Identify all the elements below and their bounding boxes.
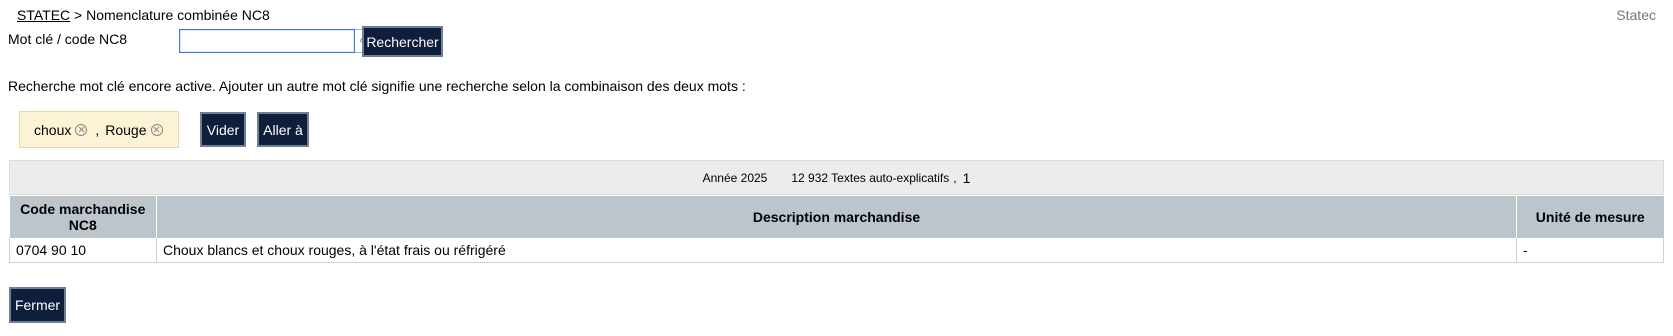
keyword-notice: Recherche mot clé encore active. Ajouter… (8, 78, 746, 94)
remove-circle-icon[interactable] (75, 123, 88, 136)
cell-unit: - (1516, 238, 1664, 263)
keyword-tag-label: choux (34, 121, 72, 138)
breadcrumb-current: Nomenclature combinée NC8 (86, 7, 270, 23)
results-info-bar: Année 2025 12 932 Textes auto-explicatif… (9, 160, 1664, 195)
keyword-separator: , (95, 121, 100, 138)
cell-code: 0704 90 10 (9, 238, 157, 263)
breadcrumb-link-statec[interactable]: STATEC (17, 7, 70, 23)
results-table: Code marchandise NC8 Description marchan… (9, 196, 1664, 263)
brand-label: Statec (1616, 7, 1656, 23)
page-link[interactable]: 1 (963, 170, 971, 186)
breadcrumb-separator: > (74, 7, 83, 23)
column-header-code: Code marchandise NC8 (9, 196, 157, 238)
column-header-unit: Unité de mesure (1516, 196, 1664, 238)
search-button[interactable]: Rechercher (362, 26, 443, 57)
year-label: Année 2025 (702, 170, 768, 185)
keyword-tag-label: Rouge (105, 121, 147, 138)
keyword-tag: Rouge (105, 121, 163, 138)
info-separator: , (953, 170, 957, 185)
keyword-tags: choux , Rouge (19, 111, 179, 148)
breadcrumb: STATEC > Nomenclature combinée NC8 (17, 7, 270, 23)
keyword-tag: choux (34, 121, 88, 138)
cell-description: Choux blancs et choux rouges, à l'état f… (156, 238, 1517, 263)
close-button[interactable]: Fermer (9, 287, 66, 323)
search-input[interactable] (179, 29, 355, 53)
search-label: Mot clé / code NC8 (8, 31, 128, 47)
table-row[interactable]: 0704 90 10 Choux blancs et choux rouges,… (9, 238, 1664, 263)
search-field-group: ⏎ (179, 29, 374, 53)
clear-button[interactable]: Vider (200, 112, 246, 147)
texts-count: 12 932 Textes auto-explicatifs (791, 170, 950, 185)
goto-button[interactable]: Aller à (257, 112, 309, 147)
column-header-description: Description marchandise (156, 196, 1517, 238)
remove-circle-icon[interactable] (150, 123, 163, 136)
